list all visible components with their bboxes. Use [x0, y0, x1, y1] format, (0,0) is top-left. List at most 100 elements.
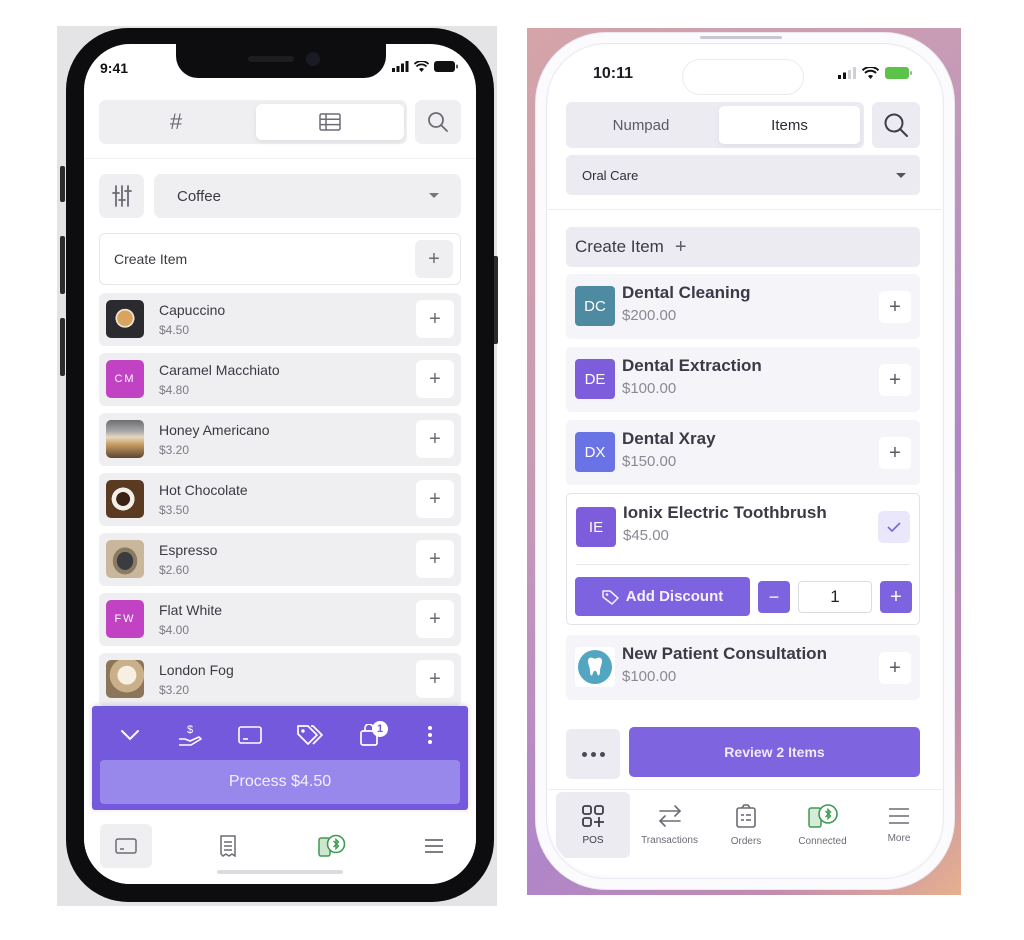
volume-down-button [60, 318, 65, 376]
mode-toggle: Numpad Items [566, 102, 864, 148]
item-name: Espresso [159, 542, 218, 558]
selected-toggle[interactable] [878, 511, 910, 543]
tab-items[interactable] [256, 104, 404, 140]
search-button[interactable] [415, 100, 461, 144]
item-name: Ionix Electric Toothbrush [623, 503, 827, 522]
add-item-button[interactable]: + [879, 437, 911, 469]
add-item-button[interactable]: + [416, 420, 454, 458]
status-icons [838, 67, 912, 79]
quantity-input[interactable] [798, 581, 872, 613]
register-icon [115, 838, 137, 854]
battery-icon [434, 61, 458, 72]
item-price: $2.60 [159, 563, 190, 577]
list-item[interactable]: Honey Americano $3.20 + [99, 413, 461, 466]
list-item[interactable]: Capuccino $4.50 + [99, 293, 461, 346]
review-items-button[interactable]: Review 2 Items [629, 727, 920, 777]
search-button[interactable] [872, 102, 920, 148]
item-name: Honey Americano [159, 422, 270, 438]
divider [548, 789, 942, 790]
list-item[interactable]: Hot Chocolate $3.50 + [99, 473, 461, 526]
status-time: 10:11 [593, 65, 634, 82]
tags-icon [297, 725, 323, 745]
list-item[interactable]: Espresso $2.60 + [99, 533, 461, 586]
item-price: $100.00 [622, 668, 677, 685]
dot [581, 751, 587, 757]
list-item[interactable]: New Patient Consultation $100.00 + [566, 635, 920, 700]
add-item-button[interactable]: + [879, 291, 911, 323]
create-item-row[interactable]: Create Item + [99, 233, 461, 285]
cash-button[interactable]: $ [170, 719, 210, 751]
wifi-icon [414, 61, 429, 72]
wifi-icon [862, 67, 879, 79]
collapse-button[interactable] [110, 719, 150, 751]
item-price: $4.50 [159, 323, 190, 337]
add-item-button[interactable]: + [879, 364, 911, 396]
item-initials-avatar: IE [576, 507, 616, 547]
tab-label: POS [582, 834, 604, 846]
tab-items[interactable]: Items [719, 106, 860, 144]
add-item-button[interactable]: + [879, 652, 911, 684]
tab-connected[interactable] [306, 824, 358, 868]
item-initials-avatar: DX [575, 432, 615, 472]
home-indicator [217, 870, 343, 874]
list-item[interactable]: DC Dental Cleaning $200.00 + [566, 274, 920, 339]
item-photo [106, 540, 144, 578]
add-item-button[interactable]: + [416, 300, 454, 338]
add-item-button[interactable]: + [416, 540, 454, 578]
item-price: $45.00 [623, 527, 669, 544]
list-item[interactable]: DE Dental Extraction $100.00 + [566, 347, 920, 412]
tab-numpad[interactable]: # [99, 100, 253, 144]
tab-more[interactable]: More [862, 792, 936, 858]
item-name: Caramel Macchiato [159, 362, 280, 378]
tab-transactions[interactable]: Transactions [633, 792, 707, 858]
filter-button[interactable] [99, 174, 144, 218]
tab-receipts[interactable] [202, 824, 254, 868]
menu-icon [425, 839, 443, 853]
list-item[interactable]: DX Dental Xray $150.00 + [566, 420, 920, 485]
create-item-button[interactable]: + [415, 240, 453, 278]
item-price: $150.00 [622, 453, 677, 470]
tab-connected[interactable]: Connected [786, 792, 860, 858]
process-payment-button[interactable]: Process $4.50 [100, 760, 460, 804]
create-item-button[interactable]: Create Item + [566, 227, 920, 267]
decrease-quantity-button[interactable]: − [758, 581, 790, 613]
category-dropdown[interactable]: Coffee [154, 174, 461, 218]
tab-register[interactable] [100, 824, 152, 868]
item-name: Dental Xray [622, 429, 716, 448]
item-name: Dental Cleaning [622, 283, 751, 302]
tab-label: Connected [798, 835, 847, 847]
tab-pos[interactable]: POS [556, 792, 630, 858]
category-dropdown[interactable]: Oral Care [566, 155, 920, 195]
tag-icon [602, 589, 619, 605]
tab-label: Transactions [641, 834, 698, 846]
list-item[interactable]: London Fog $3.20 + [99, 653, 461, 706]
item-initials-avatar: DC [575, 286, 615, 326]
more-options-button[interactable] [410, 719, 450, 751]
discounts-button[interactable] [290, 719, 330, 751]
cart-button[interactable]: 1 [350, 719, 390, 751]
add-item-button[interactable]: + [416, 660, 454, 698]
item-photo [106, 660, 144, 698]
card-button[interactable] [230, 719, 270, 751]
add-item-button[interactable]: + [416, 600, 454, 638]
more-actions-button[interactable] [566, 729, 620, 779]
list-item[interactable]: FW Flat White $4.00 + [99, 593, 461, 646]
tab-orders[interactable]: Orders [709, 792, 783, 858]
search-icon [884, 113, 908, 137]
add-discount-button[interactable]: Add Discount [575, 577, 750, 616]
list-item[interactable]: CM Caramel Macchiato $4.80 + [99, 353, 461, 406]
add-item-button[interactable]: + [416, 480, 454, 518]
tab-menu[interactable] [408, 824, 460, 868]
item-price: $4.00 [159, 623, 190, 637]
cart-action-icons: $ 1 [92, 714, 468, 756]
speaker [248, 56, 294, 62]
increase-quantity-button[interactable]: + [880, 581, 912, 613]
category-selected: Coffee [177, 187, 221, 205]
create-item-label: Create Item [114, 251, 188, 267]
search-icon [428, 112, 448, 132]
category-selected: Oral Care [582, 167, 639, 183]
tab-numpad[interactable]: Numpad [566, 102, 716, 148]
add-item-button[interactable]: + [416, 360, 454, 398]
cart-action-bar: $ 1 Process $4.50 [92, 706, 468, 810]
item-initials-avatar: DE [575, 359, 615, 399]
